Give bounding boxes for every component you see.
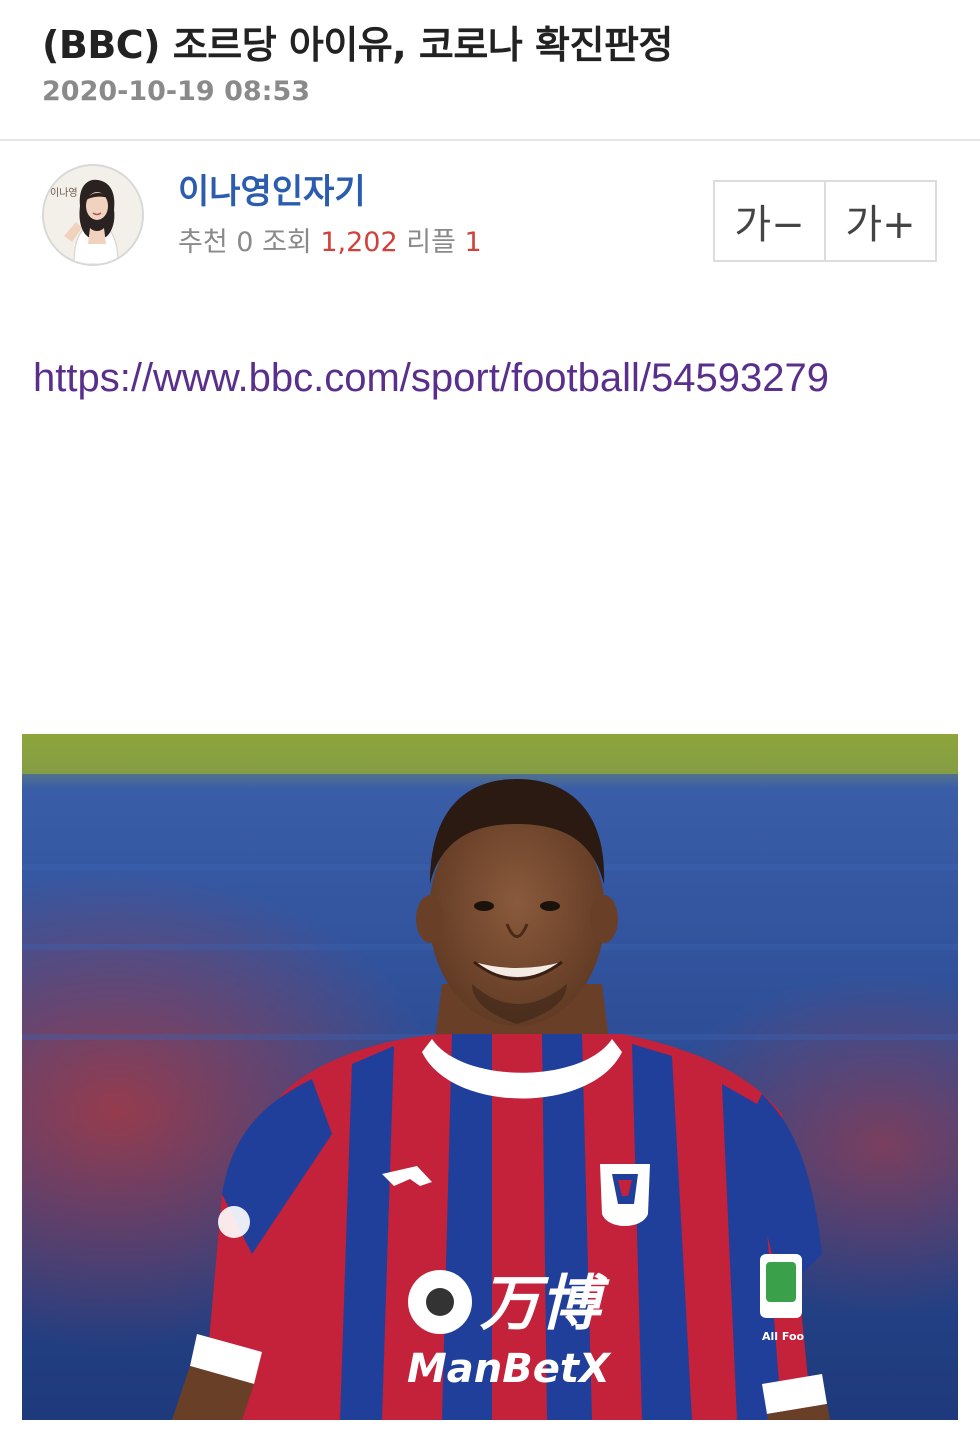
views-label: 조회 xyxy=(262,227,312,258)
replies-label: 리플 xyxy=(406,227,456,258)
font-decrease-button[interactable]: 가− xyxy=(715,182,824,260)
post-stats: 추천 0 조회 1,202 리플 1 xyxy=(178,220,482,259)
author-name[interactable]: 이나영인자기 xyxy=(178,164,366,213)
avatar[interactable]: 이나영 xyxy=(42,164,144,266)
post-photo[interactable]: 万博 ManBetX All Foo xyxy=(22,734,958,1420)
sleeve-patch-text: All Foo xyxy=(762,1330,805,1343)
recommend-count: 0 xyxy=(236,227,254,258)
footballer-photo: 万博 ManBetX All Foo xyxy=(22,734,958,1420)
views-count: 1,202 xyxy=(320,227,398,258)
sponsor-latin: ManBetX xyxy=(407,1346,612,1392)
post-page: (BBC) 조르당 아이유, 코로나 확진판정 2020-10-19 08:53… xyxy=(0,0,980,1434)
club-crest xyxy=(600,1164,650,1226)
avatar-caption: 이나영 xyxy=(50,187,78,199)
font-increase-button[interactable]: 가+ xyxy=(824,182,935,260)
avatar-image: 이나영 xyxy=(44,166,142,264)
article-link[interactable]: https://www.bbc.com/sport/football/54593… xyxy=(33,356,829,401)
header-divider xyxy=(0,139,980,141)
post-title: (BBC) 조르당 아이유, 코로나 확진판정 xyxy=(42,23,673,67)
recommend-label: 추천 xyxy=(178,227,228,258)
replies-count: 1 xyxy=(464,227,482,258)
font-size-controls: 가− 가+ xyxy=(713,180,937,262)
post-date: 2020-10-19 08:53 xyxy=(42,76,311,107)
sponsor-chinese: 万博 xyxy=(480,1269,610,1339)
